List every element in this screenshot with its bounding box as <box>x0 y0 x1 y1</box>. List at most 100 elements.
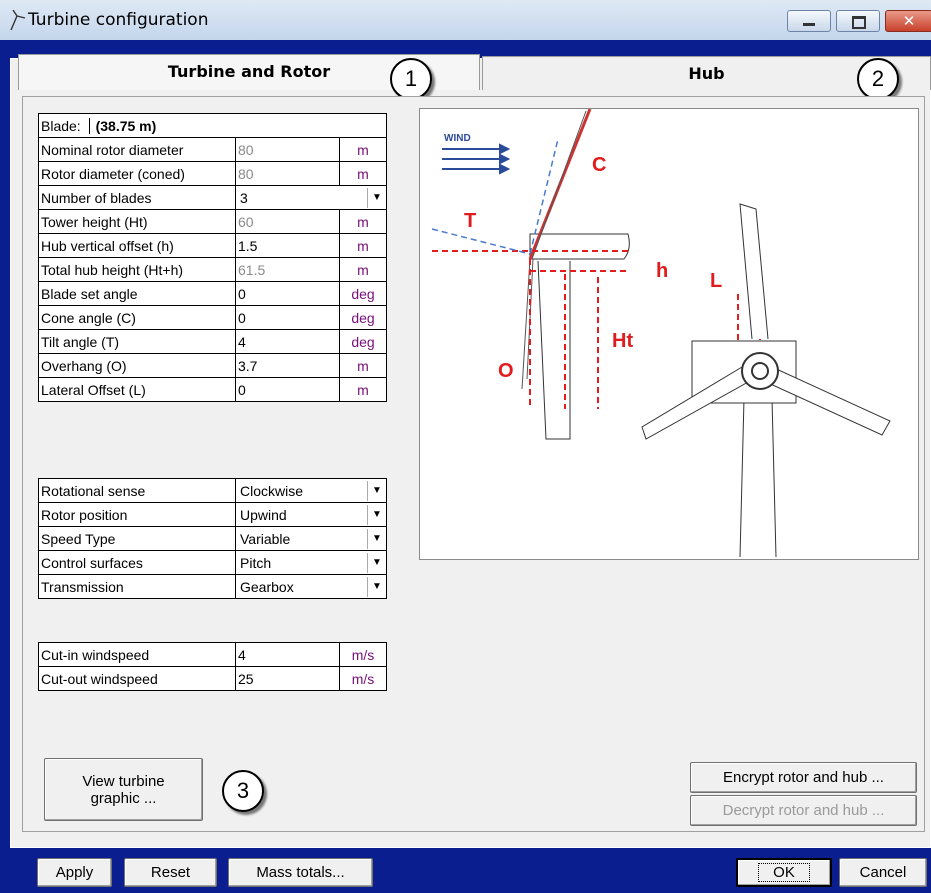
close-icon: ✕ <box>902 12 916 30</box>
dropdown-arrow-icon[interactable]: ▼ <box>367 504 386 525</box>
rotational-sense-select[interactable]: Clockwise ▼ <box>235 478 387 503</box>
param-input[interactable]: 0 <box>235 377 340 402</box>
speed-type-select[interactable]: Variable ▼ <box>235 526 387 551</box>
param-input[interactable]: 0 <box>235 281 340 306</box>
wind-arrows-icon <box>442 143 511 175</box>
param-input[interactable]: 4 <box>235 329 340 354</box>
select-value: 3 <box>240 189 248 206</box>
ok-button[interactable]: OK <box>736 858 832 887</box>
param-label: Cone angle (C) <box>38 305 236 330</box>
param-unit: m <box>339 233 387 258</box>
label-l: L <box>710 270 722 292</box>
dropdown-arrow-icon[interactable]: ▼ <box>367 552 386 573</box>
dropdown-arrow-icon[interactable]: ▼ <box>367 480 386 501</box>
label-ht: Ht <box>612 330 633 352</box>
select-value: Variable <box>240 530 291 547</box>
table-row: Lateral Offset (L) 0 m <box>38 377 387 402</box>
label-h: h <box>656 260 668 282</box>
option-label: Transmission <box>38 574 236 599</box>
param-input[interactable]: 3.7 <box>235 353 340 378</box>
turbine-options-table: Rotational sense Clockwise ▼ Rotor positi… <box>38 478 387 599</box>
param-label: Rotor diameter (coned) <box>38 161 236 186</box>
param-unit: deg <box>339 305 387 330</box>
apply-button[interactable]: Apply <box>37 858 112 887</box>
table-row: Rotor position Upwind ▼ <box>38 502 387 527</box>
windspeed-label: Cut-in windspeed <box>38 642 236 667</box>
param-label: Hub vertical offset (h) <box>38 233 236 258</box>
table-row: Cut-out windspeed 25 m/s <box>38 666 387 691</box>
rotor-position-select[interactable]: Upwind ▼ <box>235 502 387 527</box>
turbine-diagram-svg: WIND C T h L Ht O <box>431 108 891 558</box>
windspeed-unit: m/s <box>339 642 387 667</box>
option-label: Rotor position <box>38 502 236 527</box>
windspeed-unit: m/s <box>339 666 387 691</box>
param-unit: m <box>339 209 387 234</box>
transmission-select[interactable]: Gearbox ▼ <box>235 574 387 599</box>
windspeed-input[interactable]: 4 <box>235 642 340 667</box>
table-row: Transmission Gearbox ▼ <box>38 574 387 599</box>
param-unit: m <box>339 353 387 378</box>
side-view-turbine <box>521 108 630 440</box>
minimize-icon <box>803 23 815 26</box>
windspeed-label: Cut-out windspeed <box>38 666 236 691</box>
cancel-button[interactable]: Cancel <box>839 858 927 887</box>
reset-button[interactable]: Reset <box>124 858 217 887</box>
dropdown-arrow-icon[interactable]: ▼ <box>367 528 386 549</box>
tab-label: Hub <box>688 64 725 83</box>
table-row: Cut-in windspeed 4 m/s <box>38 642 387 667</box>
encrypt-rotor-hub-button[interactable]: Encrypt rotor and hub ... <box>690 762 917 793</box>
windspeed-input[interactable]: 25 <box>235 666 340 691</box>
number-of-blades-select[interactable]: 3 ▼ <box>235 185 387 210</box>
table-row: Tower height (Ht) 60 m <box>38 209 387 234</box>
param-label: Tower height (Ht) <box>38 209 236 234</box>
button-label: OK <box>758 863 810 882</box>
minimize-button[interactable] <box>787 10 831 32</box>
param-value: 60 <box>235 209 340 234</box>
front-view-turbine <box>641 203 891 558</box>
param-unit: m <box>339 161 387 186</box>
param-unit: deg <box>339 329 387 354</box>
table-row: Tilt angle (T) 4 deg <box>38 329 387 354</box>
button-label: graphic ... <box>90 789 157 807</box>
select-value: Gearbox <box>240 578 294 595</box>
decrypt-rotor-hub-button[interactable]: Decrypt rotor and hub ... <box>690 795 917 826</box>
param-input[interactable]: 1.5 <box>235 233 340 258</box>
table-row: Total hub height (Ht+h) 61.5 m <box>38 257 387 282</box>
mass-totals-button[interactable]: Mass totals... <box>228 858 373 887</box>
view-turbine-graphic-button[interactable]: View turbine graphic ... <box>44 758 203 821</box>
select-value: Pitch <box>240 554 272 571</box>
param-unit: m <box>339 137 387 162</box>
param-label: Total hub height (Ht+h) <box>38 257 236 282</box>
turbine-geometry-diagram: WIND C T h L Ht O <box>419 108 919 560</box>
window-title: Turbine configuration <box>28 10 209 30</box>
param-input[interactable]: 0 <box>235 305 340 330</box>
close-button[interactable]: ✕ <box>885 10 931 32</box>
callout-1: 1 <box>390 58 432 100</box>
select-value: Upwind <box>240 506 287 523</box>
turbine-app-icon <box>10 10 26 30</box>
dropdown-arrow-icon[interactable]: ▼ <box>367 576 386 597</box>
wind-label: WIND <box>444 133 471 144</box>
maximize-button[interactable] <box>836 10 880 32</box>
control-surfaces-select[interactable]: Pitch ▼ <box>235 550 387 575</box>
option-label: Rotational sense <box>38 478 236 503</box>
table-row: Rotor diameter (coned) 80 m <box>38 161 387 186</box>
table-row: Blade: (38.75 m) <box>38 113 387 138</box>
dropdown-arrow-icon[interactable]: ▼ <box>367 187 386 208</box>
blade-length-value: (38.75 m) <box>88 117 157 134</box>
tab-label: Turbine and Rotor <box>167 62 331 81</box>
blade-length-cell: Blade: (38.75 m) <box>38 113 387 138</box>
table-row: Speed Type Variable ▼ <box>38 526 387 551</box>
table-row: Number of blades 3 ▼ <box>38 185 387 210</box>
option-label: Speed Type <box>38 526 236 551</box>
param-label: Lateral Offset (L) <box>38 377 236 402</box>
table-row: Overhang (O) 3.7 m <box>38 353 387 378</box>
button-label: View turbine <box>82 772 165 790</box>
table-row: Cone angle (C) 0 deg <box>38 305 387 330</box>
param-label: Tilt angle (T) <box>38 329 236 354</box>
callout-3: 3 <box>222 770 264 812</box>
param-label: Overhang (O) <box>38 353 236 378</box>
param-value: 80 <box>235 137 340 162</box>
callout-2: 2 <box>857 58 899 100</box>
label-o: O <box>498 360 514 382</box>
